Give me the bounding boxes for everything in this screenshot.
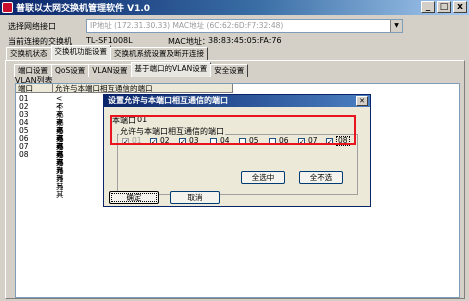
column-header-port[interactable]: 端口: [16, 84, 53, 93]
window-title: 普联以太网交换机管理软件 V1.0: [16, 4, 151, 14]
tab-vlan[interactable]: VLAN设置: [88, 64, 132, 77]
tab-system-settings[interactable]: 交换机系统设置及断开连接: [110, 47, 208, 60]
vlan-list-header: 端口 允许与本端口相互通信的端口: [16, 84, 233, 93]
highlight-annotation: [110, 115, 356, 145]
switch-mac-value: 38:83:45:05:FA:76: [208, 36, 282, 45]
column-header-allowed[interactable]: 允许与本端口相互通信的端口: [53, 84, 233, 93]
dialog-title: 设置允许与本端口相互通信的端口: [104, 95, 370, 107]
tab-security[interactable]: 安全设置: [210, 64, 249, 77]
dialog-close-icon[interactable]: ✕: [356, 96, 368, 106]
chevron-down-icon[interactable]: ▼: [390, 20, 402, 32]
tab-qos[interactable]: QoS设置: [51, 64, 90, 77]
nic-select[interactable]: IP地址 (172.31.30.33) MAC地址 (6C:62:6D:F7:3…: [86, 19, 403, 33]
select-all-button[interactable]: 全选中: [241, 171, 285, 184]
ok-button[interactable]: 确定: [109, 191, 159, 204]
deselect-all-button[interactable]: 全不选: [299, 171, 343, 184]
allowed-ports-dialog: 设置允许与本端口相互通信的端口 ✕ 本端口 01 允许与本端口相互通信的端口 ✓…: [103, 94, 371, 207]
app-icon: [2, 2, 13, 13]
port-cell: 08: [19, 150, 29, 159]
maximize-button[interactable]: □: [437, 1, 451, 13]
close-button[interactable]: x: [453, 1, 467, 13]
switch-model: TL-SF1008L: [86, 36, 133, 45]
tab-port-based-vlan[interactable]: 基于端口的VLAN设置: [130, 62, 212, 77]
nic-label: 选择网络接口: [8, 22, 56, 31]
title-bar: 普联以太网交换机管理软件 V1.0 _ □ x: [0, 0, 469, 15]
main-tab-strip: 交换机状态 交换机功能设置 交换机系统设置及断开连接: [6, 45, 208, 60]
minimize-button[interactable]: _: [421, 1, 435, 13]
allowed-cell: <不允许与其: [56, 150, 64, 199]
cancel-button[interactable]: 取消: [170, 191, 220, 204]
tab-switch-functions[interactable]: 交换机功能设置: [50, 45, 111, 60]
tab-switch-status[interactable]: 交换机状态: [6, 47, 52, 60]
nic-select-value: IP地址 (172.31.30.33) MAC地址 (6C:62:6D:F7:3…: [90, 21, 284, 30]
